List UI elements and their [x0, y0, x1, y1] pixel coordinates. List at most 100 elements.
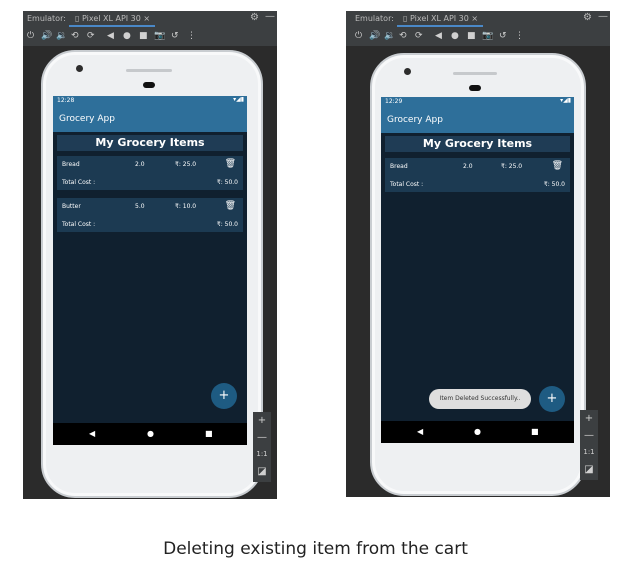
device-tab[interactable]: ▯ Pixel XL API 30 ×	[75, 14, 150, 23]
nav-bar: ◀ ● ■	[53, 423, 247, 445]
zoom-in-icon[interactable]: +	[580, 410, 598, 427]
list-header: My Grocery Items	[57, 135, 243, 151]
more-icon[interactable]: ⋮	[515, 31, 524, 41]
home-icon[interactable]: ●	[451, 31, 459, 41]
item-price: ₹: 10.0	[175, 203, 197, 210]
status-time: 12:29	[385, 98, 403, 105]
more-icon[interactable]: ⋮	[187, 31, 196, 41]
app-bar: Grocery App	[53, 106, 247, 132]
list-header: My Grocery Items	[385, 136, 570, 152]
home-icon[interactable]: ●	[123, 31, 131, 41]
item-price: ₹: 25.0	[501, 163, 523, 170]
total-cost-label: Total Cost :	[62, 221, 96, 228]
speaker-grill	[453, 72, 497, 75]
gear-icon[interactable]: ⚙	[583, 12, 592, 23]
trash-icon[interactable]: 🗑	[225, 159, 236, 169]
emulator-side-panel: + — 1:1 ◪	[580, 410, 598, 480]
item-quantity: 2.0	[135, 161, 145, 168]
resize-icon[interactable]: ◪	[580, 461, 598, 478]
status-bar: 12:29 ▾◢▮	[381, 97, 574, 107]
total-cost-value: ₹: 50.0	[216, 179, 238, 186]
emulator-title-bar: Emulator: ▯ Pixel XL API 30 × ⚙ —	[23, 11, 277, 28]
gear-icon[interactable]: ⚙	[250, 12, 259, 23]
minimize-icon[interactable]: —	[265, 11, 275, 22]
emulator-window-left: Emulator: ▯ Pixel XL API 30 × ⚙ — ⏻ 🔊 🔉 …	[23, 11, 277, 499]
back-icon[interactable]: ◀	[435, 31, 442, 41]
emulator-toolbar: ⏻ 🔊 🔉 ⟲ ⟳ ◀ ● ■ 📷 ↺ ⋮	[346, 28, 610, 46]
emulator-side-panel: + — 1:1 ◪	[253, 412, 271, 482]
add-item-fab[interactable]: +	[211, 383, 237, 409]
nav-bar: ◀ ● ■	[381, 421, 574, 443]
device-icon: ▯	[75, 14, 82, 23]
overview-icon[interactable]: ■	[467, 31, 476, 41]
emulator-label: Emulator:	[355, 14, 394, 23]
back-icon[interactable]: ◀	[107, 31, 114, 41]
rotate-right-icon[interactable]: ⟳	[87, 31, 95, 41]
power-icon[interactable]: ⏻	[355, 31, 362, 41]
nav-overview-icon[interactable]: ■	[531, 427, 539, 436]
phone-frame: 12:28 ▾◢▮ Grocery App My Grocery Items B…	[41, 50, 263, 498]
zoom-ratio[interactable]: 1:1	[580, 444, 598, 461]
minimize-icon[interactable]: —	[598, 11, 608, 22]
rotate-left-icon[interactable]: ⟲	[399, 31, 407, 41]
device-icon: ▯	[403, 14, 410, 23]
volume-up-icon[interactable]: 🔊	[41, 31, 52, 41]
rotate-right-icon[interactable]: ⟳	[415, 31, 423, 41]
status-time: 12:28	[57, 97, 75, 104]
nav-home-icon[interactable]: ●	[474, 427, 481, 436]
emulator-title-bar: Emulator: ▯ Pixel XL API 30 × ⚙ —	[346, 11, 610, 28]
nav-home-icon[interactable]: ●	[147, 429, 154, 438]
earpiece	[143, 82, 155, 88]
zoom-ratio[interactable]: 1:1	[253, 446, 271, 463]
earpiece	[469, 85, 481, 91]
zoom-icon[interactable]: ↺	[171, 31, 179, 41]
phone-screen: 12:28 ▾◢▮ Grocery App My Grocery Items B…	[53, 96, 247, 445]
device-tab-underline	[69, 25, 155, 27]
zoom-in-icon[interactable]: +	[253, 412, 271, 429]
camera-icon[interactable]: 📷	[154, 31, 165, 41]
rotate-left-icon[interactable]: ⟲	[71, 31, 79, 41]
speaker-grill	[126, 69, 172, 72]
zoom-out-icon[interactable]: —	[253, 429, 271, 446]
grocery-item-card[interactable]: Bread 2.0 ₹: 25.0 🗑 Total Cost : ₹: 50.0	[57, 156, 243, 190]
add-item-fab[interactable]: +	[539, 386, 565, 412]
toast-message: Item Deleted Successfully..	[429, 389, 531, 409]
device-tab-underline	[397, 25, 483, 27]
zoom-out-icon[interactable]: —	[580, 427, 598, 444]
trash-icon[interactable]: 🗑	[225, 201, 236, 211]
overview-icon[interactable]: ■	[139, 31, 148, 41]
emulator-toolbar: ⏻ 🔊 🔉 ⟲ ⟳ ◀ ● ■ 📷 ↺ ⋮	[23, 28, 277, 46]
device-tab-label: Pixel XL API 30	[81, 14, 141, 23]
status-bar: 12:28 ▾◢▮	[53, 96, 247, 106]
total-cost-label: Total Cost :	[390, 181, 424, 188]
total-cost-value: ₹: 50.0	[216, 221, 238, 228]
item-quantity: 5.0	[135, 203, 145, 210]
nav-overview-icon[interactable]: ■	[205, 429, 213, 438]
volume-down-icon[interactable]: 🔉	[56, 31, 67, 41]
item-quantity: 2.0	[463, 163, 473, 170]
device-tab[interactable]: ▯ Pixel XL API 30 ×	[403, 14, 478, 23]
grocery-item-card[interactable]: Butter 5.0 ₹: 10.0 🗑 Total Cost : ₹: 50.…	[57, 198, 243, 232]
front-camera	[76, 65, 83, 72]
device-tab-label: Pixel XL API 30	[409, 14, 469, 23]
nav-back-icon[interactable]: ◀	[417, 427, 423, 436]
grocery-item-card[interactable]: Bread 2.0 ₹: 25.0 🗑 Total Cost : ₹: 50.0	[385, 158, 570, 192]
item-name: Bread	[390, 163, 408, 170]
item-name: Bread	[62, 161, 80, 168]
volume-up-icon[interactable]: 🔊	[369, 31, 380, 41]
zoom-icon[interactable]: ↺	[499, 31, 507, 41]
power-icon[interactable]: ⏻	[27, 31, 34, 41]
camera-icon[interactable]: 📷	[482, 31, 493, 41]
resize-icon[interactable]: ◪	[253, 463, 271, 480]
volume-down-icon[interactable]: 🔉	[384, 31, 395, 41]
status-icons: ▾◢▮	[560, 97, 571, 104]
phone-screen: 12:29 ▾◢▮ Grocery App My Grocery Items B…	[381, 97, 574, 443]
nav-back-icon[interactable]: ◀	[89, 429, 95, 438]
app-bar: Grocery App	[381, 107, 574, 133]
trash-icon[interactable]: 🗑	[552, 161, 563, 171]
item-name: Butter	[62, 203, 81, 210]
figure-caption: Deleting existing item from the cart	[163, 539, 468, 559]
emulator-window-right: Emulator: ▯ Pixel XL API 30 × ⚙ — ⏻ 🔊 🔉 …	[346, 11, 610, 497]
phone-frame: 12:29 ▾◢▮ Grocery App My Grocery Items B…	[370, 53, 586, 496]
total-cost-value: ₹: 50.0	[543, 181, 565, 188]
